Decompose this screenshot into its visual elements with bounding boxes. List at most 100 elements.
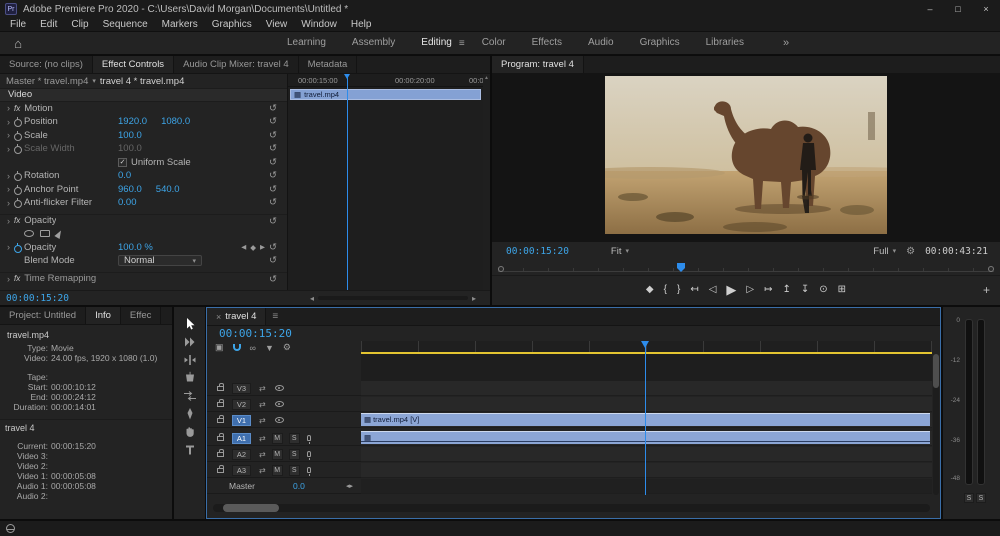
reset-icon[interactable]: ↺ [269, 103, 277, 114]
meter-solo-left[interactable]: S [964, 493, 974, 503]
program-current-timecode[interactable]: 00:00:15:20 [506, 246, 569, 257]
track-lock-icon[interactable] [217, 386, 224, 391]
stopwatch-icon[interactable] [13, 117, 24, 126]
effect-row-time-remapping[interactable]: › fx Time Remapping ↺ [0, 272, 287, 286]
chevron-right-icon[interactable]: › [4, 171, 13, 181]
mark-out-button[interactable]: } [677, 283, 680, 297]
track-lane-v1[interactable]: ▦ travel.mp4 [V] [361, 413, 932, 428]
position-y-value[interactable]: 1080.0 [161, 116, 190, 127]
sequence-clip-label[interactable]: travel 4 * travel.mp4 [100, 76, 184, 87]
reset-icon[interactable]: ↺ [269, 170, 277, 181]
reset-icon[interactable]: ↺ [269, 184, 277, 195]
tab-timeline-sequence[interactable]: × travel 4 [207, 308, 266, 325]
maximize-button[interactable]: □ [944, 0, 972, 18]
track-select-forward-tool[interactable] [174, 333, 205, 351]
pen-tool[interactable] [174, 405, 205, 423]
stopwatch-icon[interactable] [13, 198, 24, 207]
fx-badge-icon[interactable]: fx [14, 216, 20, 225]
tab-effect-controls[interactable]: Effect Controls [93, 56, 174, 73]
anchor-y-value[interactable]: 540.0 [156, 184, 180, 195]
previous-keyframe-icon[interactable]: ◀ [241, 243, 246, 251]
program-scrubber[interactable] [498, 261, 994, 272]
reset-icon[interactable]: ↺ [269, 197, 277, 208]
track-lane-v3[interactable] [361, 381, 932, 396]
chevron-right-icon[interactable]: › [4, 198, 13, 208]
param-row-anti-flicker[interactable]: › Anti-flicker Filter 0.00 ↺ [0, 196, 287, 210]
blend-mode-dropdown[interactable]: Normal ▾ [118, 255, 202, 266]
comparison-view-button[interactable]: ⊞ [838, 283, 846, 297]
nest-sequence-icon[interactable]: ▣ [215, 342, 224, 353]
mark-in-button[interactable]: { [664, 283, 667, 297]
slip-tool[interactable] [174, 387, 205, 405]
master-clip-label[interactable]: Master * travel.mp4 [6, 76, 88, 87]
chevron-right-icon[interactable]: › [4, 216, 13, 226]
track-name-a1[interactable]: A1 [232, 433, 251, 444]
linked-selection-icon[interactable]: ∞ [250, 343, 256, 353]
step-back-button[interactable]: ◁ [709, 283, 717, 297]
mute-button[interactable]: M [272, 449, 283, 460]
effect-controls-timecode[interactable]: 00:00:15:20 [6, 293, 69, 304]
master-volume-value[interactable]: 0.0 [293, 481, 305, 491]
add-marker-icon[interactable]: ▼ [265, 343, 274, 353]
param-row-scale[interactable]: › Scale 100.0 ↺ [0, 129, 287, 143]
fx-badge-icon[interactable]: fx [14, 104, 20, 113]
anti-flicker-value[interactable]: 0.00 [118, 197, 137, 208]
add-keyframe-icon[interactable]: ◆ [250, 243, 256, 252]
settings-wrench-icon[interactable]: ⚙ [906, 246, 915, 257]
track-name-v1[interactable]: V1 [232, 415, 251, 426]
solo-button[interactable]: S [289, 433, 300, 444]
voiceover-mic-icon[interactable] [307, 467, 311, 473]
panel-menu-icon[interactable]: ≡ [266, 308, 284, 325]
effect-row-opacity[interactable]: › fx Opacity ↺ [0, 214, 287, 228]
anchor-x-value[interactable]: 960.0 [118, 184, 142, 195]
scale-value[interactable]: 100.0 [118, 130, 142, 141]
pan-icon[interactable]: ◂▸ [346, 482, 353, 490]
mute-button[interactable]: M [272, 433, 283, 444]
fx-badge-icon[interactable]: fx [14, 274, 20, 283]
chevron-right-icon[interactable]: › [4, 117, 13, 127]
effect-controls-scrollbar[interactable]: ▲ [483, 74, 490, 290]
rectangle-mask-icon[interactable] [40, 230, 50, 237]
selection-tool[interactable] [174, 315, 205, 333]
scroll-up-icon[interactable]: ▲ [483, 74, 490, 82]
position-x-value[interactable]: 1920.0 [118, 116, 147, 127]
effect-controls-keyframe-area[interactable]: 00:00:15:00 00:00:20:00 00:0 ▦ travel.mp… [287, 74, 483, 290]
go-to-in-button[interactable]: ↤ [690, 283, 698, 297]
hand-tool[interactable] [174, 423, 205, 441]
keyframe-clip-bar[interactable]: ▦ travel.mp4 [290, 89, 481, 100]
timeline-playhead[interactable] [645, 341, 646, 495]
rotation-value[interactable]: 0.0 [118, 170, 131, 181]
track-lane-a3[interactable] [361, 463, 932, 478]
toggle-track-output-icon[interactable] [275, 385, 284, 391]
solo-button[interactable]: S [289, 449, 300, 460]
timeline-zoom-control[interactable]: ◂ ▸ [310, 294, 476, 303]
go-to-out-button[interactable]: ↦ [764, 283, 772, 297]
sync-lock-icon[interactable]: ⇄ [259, 400, 266, 409]
stopwatch-icon[interactable] [13, 171, 24, 180]
snap-magnet-icon[interactable] [233, 344, 241, 351]
menu-edit[interactable]: Edit [33, 19, 64, 30]
razor-tool[interactable] [174, 369, 205, 387]
close-button[interactable]: × [972, 0, 1000, 18]
step-forward-button[interactable]: ▷ [746, 283, 754, 297]
reset-icon[interactable]: ↺ [269, 242, 277, 253]
reset-icon[interactable]: ↺ [269, 116, 277, 127]
play-button[interactable]: ▶ [726, 283, 736, 297]
chevron-right-icon[interactable]: › [4, 242, 13, 252]
tab-project[interactable]: Project: Untitled [0, 307, 86, 324]
param-row-anchor-point[interactable]: › Anchor Point 960.0 540.0 ↺ [0, 183, 287, 197]
home-icon[interactable]: ⌂ [0, 36, 36, 51]
pen-mask-icon[interactable] [54, 229, 63, 239]
menu-markers[interactable]: Markers [155, 19, 205, 30]
reset-icon[interactable]: ↺ [269, 157, 277, 168]
minimize-button[interactable]: – [916, 0, 944, 18]
voiceover-mic-icon[interactable] [307, 435, 311, 441]
menu-window[interactable]: Window [294, 19, 344, 30]
timeline-settings-wrench-icon[interactable]: ⚙ [283, 342, 291, 353]
workspace-color[interactable]: Color [469, 32, 519, 54]
workspace-overflow-icon[interactable]: » [783, 37, 789, 49]
workspace-libraries[interactable]: Libraries [693, 32, 757, 54]
zoom-in-icon[interactable]: ▸ [472, 294, 476, 303]
stopwatch-icon[interactable] [13, 243, 24, 252]
menu-view[interactable]: View [259, 19, 295, 30]
